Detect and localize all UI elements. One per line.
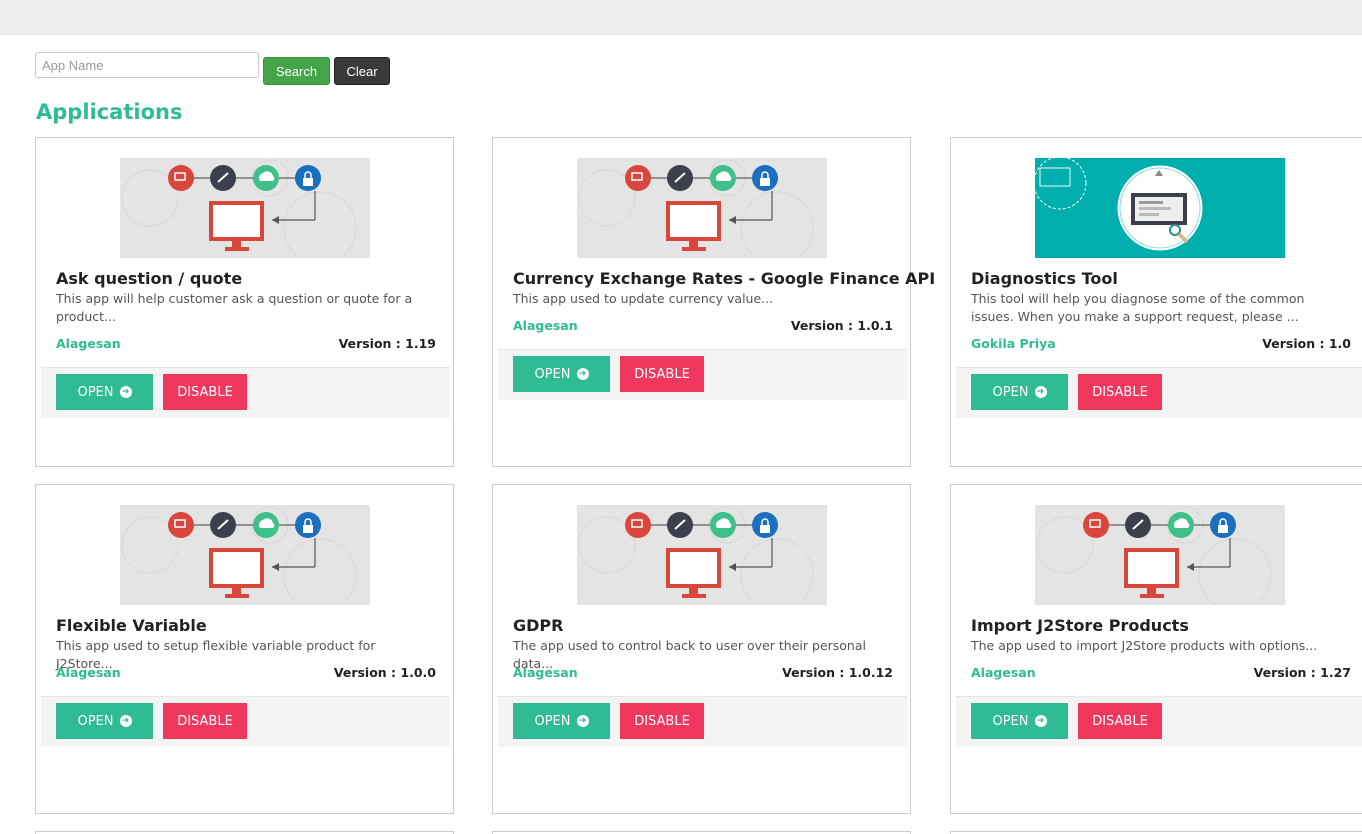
app-meta: Alagesan Version : 1.0.12 bbox=[513, 665, 893, 680]
app-author: Alagesan bbox=[56, 336, 121, 351]
app-author: Alagesan bbox=[513, 665, 578, 680]
open-label: OPEN bbox=[534, 713, 571, 729]
applications-heading: Applications bbox=[36, 100, 183, 124]
app-author: Alagesan bbox=[971, 665, 1036, 680]
app-image bbox=[1035, 158, 1285, 258]
open-button[interactable]: OPEN ➜ bbox=[56, 703, 153, 739]
disable-button[interactable]: DISABLE bbox=[620, 356, 704, 392]
arrow-circle-right-icon: ➜ bbox=[1034, 386, 1047, 398]
app-card: Diagnostics Tool This tool will help you… bbox=[950, 137, 1362, 467]
app-author: Gokila Priya bbox=[971, 336, 1056, 351]
app-description: The app used to import J2Store products … bbox=[971, 638, 1318, 653]
open-button[interactable]: OPEN ➜ bbox=[513, 356, 610, 392]
app-card: Ask question / quote This app will help … bbox=[35, 137, 454, 467]
app-image bbox=[120, 158, 370, 258]
app-version: Version : 1.27 bbox=[1253, 665, 1351, 680]
app-card: Import J2Store Products The app used to … bbox=[950, 484, 1362, 814]
app-image bbox=[1035, 505, 1285, 605]
app-title: Currency Exchange Rates - Google Finance… bbox=[513, 269, 936, 288]
app-card: GDPR The app used to control back to use… bbox=[492, 484, 911, 814]
open-label: OPEN bbox=[77, 384, 114, 400]
app-version: Version : 1.0.12 bbox=[782, 665, 893, 680]
app-actions: OPEN ➜ DISABLE bbox=[498, 349, 907, 400]
app-actions: OPEN ➜ DISABLE bbox=[41, 367, 450, 418]
app-meta: Alagesan Version : 1.0.0 bbox=[56, 665, 436, 680]
open-button[interactable]: OPEN ➜ bbox=[513, 703, 610, 739]
open-button[interactable]: OPEN ➜ bbox=[56, 374, 153, 410]
disable-button[interactable]: DISABLE bbox=[1078, 703, 1162, 739]
arrow-circle-right-icon: ➜ bbox=[576, 368, 589, 380]
app-version: Version : 1.0 bbox=[1262, 336, 1351, 351]
app-name-search-input[interactable] bbox=[35, 52, 259, 78]
open-button[interactable]: OPEN ➜ bbox=[971, 374, 1068, 410]
app-description: This app used to update currency value..… bbox=[513, 291, 774, 306]
app-actions: OPEN ➜ DISABLE bbox=[956, 696, 1362, 747]
app-version: Version : 1.19 bbox=[338, 336, 436, 351]
app-author: Alagesan bbox=[56, 665, 121, 680]
app-author: Alagesan bbox=[513, 318, 578, 333]
app-card: Currency Exchange Rates - Google Finance… bbox=[492, 137, 935, 467]
app-actions: OPEN ➜ DISABLE bbox=[41, 696, 450, 747]
app-image bbox=[120, 505, 370, 605]
disable-button[interactable]: DISABLE bbox=[163, 374, 247, 410]
app-version: Version : 1.0.1 bbox=[790, 318, 893, 333]
app-actions: OPEN ➜ DISABLE bbox=[498, 696, 907, 747]
app-actions: OPEN ➜ DISABLE bbox=[956, 367, 1362, 418]
app-meta: Alagesan Version : 1.27 bbox=[971, 665, 1351, 680]
app-meta: Alagesan Version : 1.0.1 bbox=[513, 318, 893, 333]
app-meta: Alagesan Version : 1.19 bbox=[56, 336, 436, 351]
open-label: OPEN bbox=[534, 366, 571, 382]
app-card: Flexible Variable This app used to setup… bbox=[35, 484, 454, 814]
app-image bbox=[577, 505, 827, 605]
app-title: Diagnostics Tool bbox=[971, 269, 1118, 288]
disable-button[interactable]: DISABLE bbox=[620, 703, 704, 739]
disable-button[interactable]: DISABLE bbox=[1078, 374, 1162, 410]
clear-button[interactable]: Clear bbox=[334, 57, 390, 85]
open-label: OPEN bbox=[992, 384, 1029, 400]
arrow-circle-right-icon: ➜ bbox=[1034, 715, 1047, 727]
arrow-circle-right-icon: ➜ bbox=[119, 386, 132, 398]
open-button[interactable]: OPEN ➜ bbox=[971, 703, 1068, 739]
app-version: Version : 1.0.0 bbox=[333, 665, 436, 680]
arrow-circle-right-icon: ➜ bbox=[576, 715, 589, 727]
app-title: Flexible Variable bbox=[56, 616, 207, 635]
disable-button[interactable]: DISABLE bbox=[163, 703, 247, 739]
search-bar: Search Clear bbox=[35, 52, 394, 85]
arrow-circle-right-icon: ➜ bbox=[119, 715, 132, 727]
open-label: OPEN bbox=[77, 713, 114, 729]
app-description: This app will help customer ask a questi… bbox=[56, 291, 413, 324]
app-title: Ask question / quote bbox=[56, 269, 243, 288]
app-image bbox=[577, 158, 827, 258]
app-description: This tool will help you diagnose some of… bbox=[971, 291, 1305, 324]
open-label: OPEN bbox=[992, 713, 1029, 729]
app-title: GDPR bbox=[513, 616, 564, 635]
search-button[interactable]: Search bbox=[263, 57, 330, 85]
app-meta: Gokila Priya Version : 1.0 bbox=[971, 336, 1351, 351]
top-bar bbox=[0, 0, 1362, 35]
app-title: Import J2Store Products bbox=[971, 616, 1189, 635]
